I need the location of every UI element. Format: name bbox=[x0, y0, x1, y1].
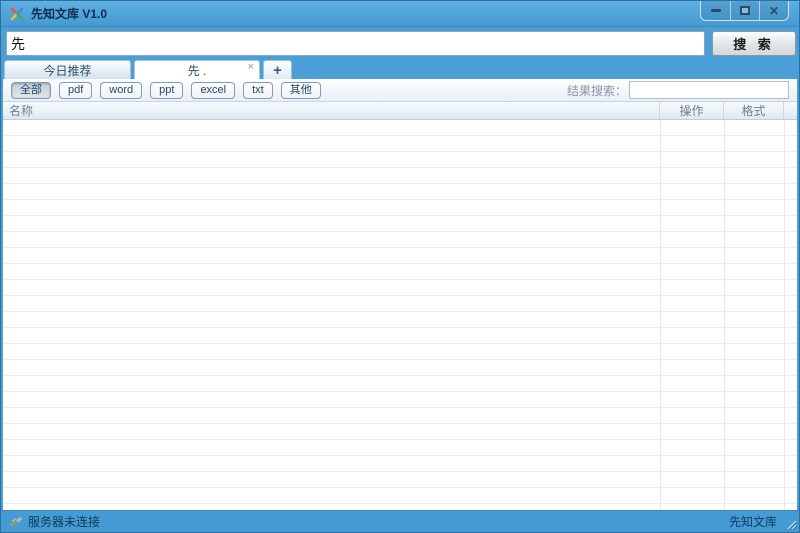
status-app-name: 先知文库 bbox=[728, 515, 777, 529]
search-button[interactable]: 搜 索 bbox=[712, 31, 796, 56]
minimize-icon bbox=[710, 9, 721, 12]
filter-all-button[interactable]: 全部 bbox=[11, 81, 51, 99]
maximize-icon bbox=[740, 6, 750, 15]
close-icon: ✕ bbox=[768, 3, 780, 18]
column-divider bbox=[784, 120, 785, 510]
app-logo-icon bbox=[10, 7, 24, 20]
search-section: 搜 索 bbox=[1, 27, 799, 60]
tab-close-icon[interactable]: × bbox=[248, 62, 254, 73]
title-bar: 先知文库 V1.0 ✕ bbox=[1, 1, 799, 27]
resize-grip[interactable] bbox=[785, 518, 797, 530]
column-header-action[interactable]: 操作 bbox=[660, 102, 724, 119]
tab-search-result[interactable]: 先 . × bbox=[134, 60, 260, 79]
filter-other-button[interactable]: 其他 bbox=[280, 81, 321, 99]
table-header-row: 名称 操作 格式 bbox=[3, 102, 797, 120]
plus-icon: + bbox=[273, 61, 282, 79]
tab-bar: 今日推荐 先 . × + bbox=[1, 60, 799, 79]
column-header-filler bbox=[784, 102, 797, 119]
filter-toolbar: 全部 pdf word ppt excel txt 其他 结果搜索： bbox=[3, 79, 797, 102]
column-header-format[interactable]: 格式 bbox=[724, 102, 784, 119]
status-bar: 服务器未连接 先知文库 bbox=[1, 510, 799, 532]
table-body-empty[interactable] bbox=[3, 120, 797, 510]
minimize-button[interactable] bbox=[701, 1, 730, 20]
column-divider bbox=[660, 120, 661, 510]
server-status-text: 服务器未连接 bbox=[28, 515, 101, 529]
filter-pdf-button[interactable]: pdf bbox=[59, 81, 93, 99]
tab-label: 今日推荐 bbox=[43, 63, 92, 78]
window-title: 先知文库 V1.0 bbox=[31, 7, 108, 21]
result-search-label: 结果搜索： bbox=[566, 83, 627, 98]
server-disconnected-icon bbox=[10, 516, 22, 526]
maximize-button[interactable] bbox=[730, 1, 759, 20]
tab-label: 先 . bbox=[187, 63, 207, 78]
window-controls: ✕ bbox=[700, 1, 789, 21]
close-button[interactable]: ✕ bbox=[759, 1, 788, 20]
tab-today-recommend[interactable]: 今日推荐 bbox=[4, 60, 131, 79]
results-table: 名称 操作 格式 bbox=[3, 102, 797, 510]
search-input[interactable] bbox=[6, 31, 705, 56]
result-search-group: 结果搜索： bbox=[567, 81, 789, 99]
filter-txt-button[interactable]: txt bbox=[243, 81, 273, 99]
result-search-input[interactable] bbox=[629, 81, 789, 99]
filter-excel-button[interactable]: excel bbox=[191, 81, 236, 99]
tab-add-button[interactable]: + bbox=[263, 60, 292, 79]
filter-ppt-button[interactable]: ppt bbox=[150, 81, 184, 99]
column-divider bbox=[724, 120, 725, 510]
column-header-name[interactable]: 名称 bbox=[3, 102, 660, 119]
app-window: 先知文库 V1.0 ✕ 搜 索 今日推荐 先 . × + 全部 pdf word… bbox=[0, 0, 800, 533]
filter-word-button[interactable]: word bbox=[100, 81, 143, 99]
